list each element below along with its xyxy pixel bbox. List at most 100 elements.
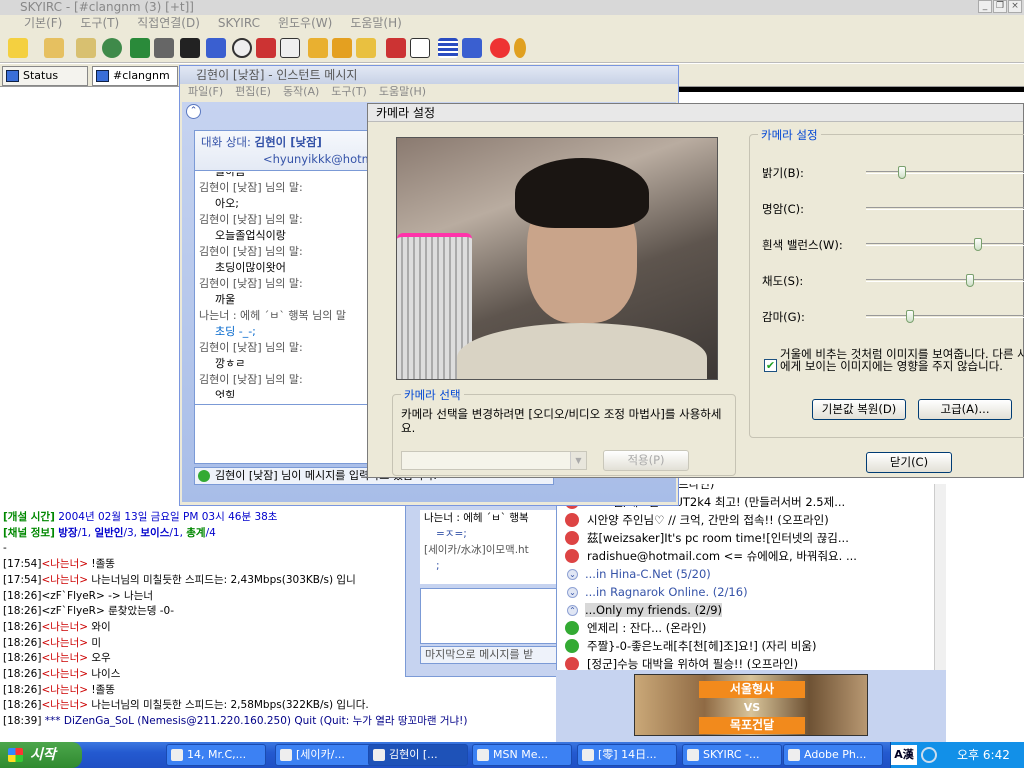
slider-track[interactable]: [866, 274, 1024, 287]
reset-defaults-button[interactable]: 기본값 복원(D): [812, 399, 906, 420]
taskbar-button[interactable]: [零] 14日...: [577, 744, 677, 766]
cascade-icon[interactable]: [438, 38, 458, 58]
connect-icon[interactable]: [8, 38, 28, 58]
taskbar-button[interactable]: [세이카/...: [275, 744, 375, 766]
contact-item[interactable]: 시안양 주인님♡ // 크억, 간만의 접속!! (오프라인): [557, 511, 946, 529]
contact-group[interactable]: ⌃ ...Only my friends. (2/9): [557, 601, 946, 619]
window-icon[interactable]: [462, 38, 482, 58]
info-value: /4: [205, 526, 216, 539]
slider-track[interactable]: [866, 310, 1024, 323]
ad-banner[interactable]: 서울형사 VS 목포건달: [556, 670, 946, 742]
app-menubar: 기본(F) 도구(T) 직접연결(D) SKYIRC 윈도우(W) 도움말(H): [0, 15, 1024, 33]
menu-item[interactable]: SKYIRC: [218, 15, 260, 33]
log-icon[interactable]: [280, 38, 300, 58]
grid-icon[interactable]: [410, 38, 430, 58]
dcc-icon[interactable]: [154, 38, 174, 58]
task-label: Adobe Ph...: [804, 748, 867, 761]
slider-thumb[interactable]: [974, 238, 982, 251]
app-title: SKYIRC - [#clangnm (3) [+t]]: [20, 0, 194, 14]
taskbar-button[interactable]: 14, Mr.C,...: [166, 744, 266, 766]
second-im-input[interactable]: [420, 588, 560, 644]
contact-list: [저ㅎ우ㅎ우ㅎ] (오프라인)♣. N군/재모군 :: UT2k4 최고! (만…: [556, 484, 946, 670]
whois-icon[interactable]: [206, 38, 226, 58]
help-icon[interactable]: [490, 38, 510, 58]
restore-icon[interactable]: ❐: [993, 0, 1007, 13]
message-sender: 김현이 [낮잠] 님의 말:: [199, 373, 303, 386]
chat-nick: <나는너>: [41, 683, 89, 696]
slider-thumb[interactable]: [966, 274, 974, 287]
camera-select-dropdown[interactable]: ▼: [401, 451, 587, 470]
ime-indicator[interactable]: A漢: [891, 745, 917, 765]
camera-settings-dialog: 카메라 설정 카메라 설정 밝기(B): 명암(C): 흰색 밸런스(W): 채도(S…: [367, 103, 1024, 478]
slider-track[interactable]: [866, 166, 1024, 179]
books-icon[interactable]: [256, 38, 276, 58]
chat-time: [17:54]: [3, 558, 42, 571]
taskbar-button[interactable]: Adobe Ph...: [783, 744, 883, 766]
contact-item[interactable]: 주짤}-0-좋은노래[추[천[헤]조]요!] (자리 비움): [557, 637, 946, 655]
slider-thumb[interactable]: [898, 166, 906, 179]
slider-track[interactable]: [866, 238, 1024, 251]
taskbar-button[interactable]: MSN Me...: [472, 744, 572, 766]
folder-icon[interactable]: [44, 38, 64, 58]
contact-group[interactable]: ⌄ ...in Ragnarok Online. (2/16): [557, 583, 946, 601]
slider-track[interactable]: [866, 207, 1024, 210]
second-im-line: =ㅈ=;: [436, 528, 467, 540]
im-menu-item[interactable]: 파일(F): [188, 84, 223, 100]
taskbar-button[interactable]: SKYIRC -...: [682, 744, 782, 766]
im-menu-item[interactable]: 동작(A): [283, 84, 319, 100]
chat-line: [18:26]<나는너> 나는너님의 미칠듯한 스피드는: 2,58Mbps(3…: [3, 698, 560, 714]
channel-icon[interactable]: [130, 38, 150, 58]
message-sender: 김현이 [낮잠] 님의 말:: [199, 245, 303, 258]
taskbar-button[interactable]: 김현이 [...: [368, 744, 468, 766]
group-expand-icon[interactable]: ⌄: [567, 569, 578, 580]
list-icon[interactable]: [76, 38, 96, 58]
message-input[interactable]: [195, 404, 368, 462]
menu-item[interactable]: 직접연결(D): [137, 15, 200, 33]
minimize-icon[interactable]: _: [978, 0, 992, 13]
tile-icon[interactable]: [386, 38, 406, 58]
chat-time: [17:54]: [3, 573, 42, 586]
chat-message: 룬찾았는뎅 -0-: [104, 605, 175, 618]
message-text: 깡ㅎㄹ: [215, 357, 246, 370]
options-icon[interactable]: [356, 38, 376, 58]
tab-clangnm[interactable]: #clangnm: [92, 66, 178, 86]
group-expand-icon[interactable]: ⌃: [567, 605, 578, 616]
menu-item[interactable]: 도움말(H): [350, 15, 402, 33]
menu-item[interactable]: 기본(F): [24, 15, 62, 33]
camera-preview: [396, 137, 718, 380]
contact-list-scrollbar[interactable]: [934, 484, 946, 670]
close-button[interactable]: 닫기(C): [866, 452, 952, 473]
menu-item[interactable]: 윈도우(W): [278, 15, 332, 33]
notify-icon[interactable]: [180, 38, 200, 58]
start-button[interactable]: 시작: [0, 742, 82, 768]
conversation-panel: 대화 상대: 김현이 [낮잠] <hyunyikkk@hotm 놀하음김현이 […: [194, 130, 369, 464]
group-expand-icon[interactable]: ⌄: [567, 587, 578, 598]
group-name: ...Only my friends. (2/9): [585, 603, 723, 617]
tray-collapse-icon[interactable]: [921, 747, 937, 763]
mirror-checkbox[interactable]: ✔: [764, 359, 777, 372]
contact-group[interactable]: ⌄ ...in Hina-C.Net (5/20): [557, 565, 946, 583]
close-icon[interactable]: ×: [1008, 0, 1022, 13]
contact-item[interactable]: 茲[weizsaker]It's pc room time![인터넷의 끊김..…: [557, 529, 946, 547]
tab-status[interactable]: Status: [2, 66, 88, 86]
script-icon[interactable]: [308, 38, 328, 58]
bulb-icon[interactable]: [514, 38, 526, 58]
apply-button[interactable]: 적용(P): [603, 450, 689, 471]
slider-thumb[interactable]: [906, 310, 914, 323]
im-menu-item[interactable]: 편집(E): [235, 84, 271, 100]
clock-icon[interactable]: [232, 38, 252, 58]
menu-item[interactable]: 도구(T): [80, 15, 119, 33]
edit-icon[interactable]: [332, 38, 352, 58]
im-menu-item[interactable]: 도구(T): [331, 84, 367, 100]
contact-name: [정군]수능 대박을 위하여 필승!! (오프라인): [587, 657, 799, 670]
buddy-status-icon: [565, 621, 579, 635]
contact-item[interactable]: [정군]수능 대박을 위하여 필승!! (오프라인): [557, 655, 946, 670]
advanced-button[interactable]: 고급(A)...: [918, 399, 1012, 420]
globe-icon[interactable]: [102, 38, 122, 58]
second-im-history: 나는너 : 에헤 ´ㅂ` 행복 =ㅈ=; [세이카/水冰]이모맥.ht;: [420, 510, 560, 584]
contact-item[interactable]: 엔제리 : 잔다... (온라인): [557, 619, 946, 637]
message-text: 초딩 -_-;: [215, 325, 256, 338]
im-menu-item[interactable]: 도움말(H): [379, 84, 426, 100]
collapse-icon[interactable]: ⌃: [186, 104, 201, 119]
contact-item[interactable]: radishue@hotmail.com <= 슈에에요, 바꿔줘요. ...: [557, 547, 946, 565]
